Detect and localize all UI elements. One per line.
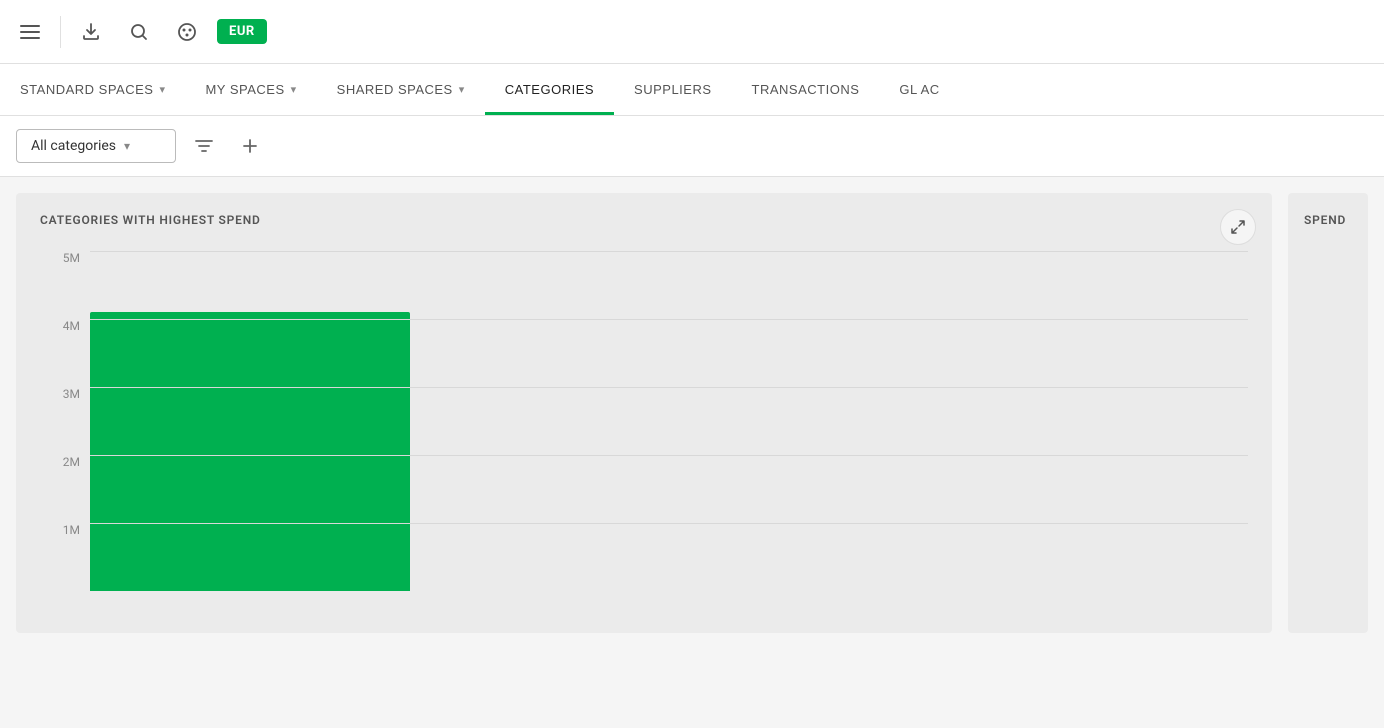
eur-badge[interactable]: EUR (217, 19, 267, 44)
y-label-2m: 2M (40, 455, 80, 469)
expand-icon (1230, 219, 1246, 235)
nav-tabs: STANDARD SPACES ▾ MY SPACES ▾ SHARED SPA… (0, 64, 1384, 116)
y-label-1m: 1M (40, 523, 80, 537)
menu-icon (20, 22, 40, 42)
chevron-down-icon: ▾ (124, 139, 130, 153)
chevron-down-icon: ▾ (159, 83, 165, 96)
search-icon (129, 22, 149, 42)
chart-card-categories: CATEGORIES WITH HIGHEST SPEND 5M 4M 3M 2… (16, 193, 1272, 633)
tab-gl-ac[interactable]: GL AC (879, 64, 959, 115)
palette-button[interactable] (165, 10, 209, 54)
filter-button[interactable] (186, 128, 222, 164)
main-content: CATEGORIES WITH HIGHEST SPEND 5M 4M 3M 2… (0, 177, 1384, 649)
toolbar-divider-1 (60, 16, 61, 48)
bars-container (90, 251, 1248, 591)
menu-button[interactable] (8, 10, 52, 54)
tab-suppliers[interactable]: SUPPLIERS (614, 64, 731, 115)
tab-categories[interactable]: CATEGORIES (485, 64, 614, 115)
toolbar: EUR (0, 0, 1384, 64)
palette-icon (177, 22, 197, 42)
search-button[interactable] (117, 10, 161, 54)
download-button[interactable] (69, 10, 113, 54)
download-icon (81, 22, 101, 42)
tab-standard-spaces[interactable]: STANDARD SPACES ▾ (0, 64, 185, 115)
chart-title: CATEGORIES WITH HIGHEST SPEND (40, 213, 1248, 227)
tab-shared-spaces[interactable]: SHARED SPACES ▾ (317, 64, 485, 115)
expand-button[interactable] (1220, 209, 1256, 245)
add-button[interactable] (232, 128, 268, 164)
plus-icon (240, 136, 260, 156)
y-label-4m: 4M (40, 319, 80, 333)
y-label-3m: 3M (40, 387, 80, 401)
second-chart-title: SPEND (1304, 213, 1352, 227)
chevron-down-icon: ▾ (291, 83, 297, 96)
filter-icon (194, 136, 214, 156)
y-label-5m: 5M (40, 251, 80, 265)
filter-bar: All categories ▾ (0, 116, 1384, 177)
tab-transactions[interactable]: TRANSACTIONS (732, 64, 880, 115)
chevron-down-icon: ▾ (459, 83, 465, 96)
bar-chart: 5M 4M 3M 2M 1M (40, 251, 1248, 591)
category-select[interactable]: All categories ▾ (16, 129, 176, 163)
y-axis: 5M 4M 3M 2M 1M (40, 251, 80, 591)
second-chart-card: SPEND (1288, 193, 1368, 633)
bar-item-1[interactable] (90, 312, 410, 591)
tab-my-spaces[interactable]: MY SPACES ▾ (185, 64, 316, 115)
